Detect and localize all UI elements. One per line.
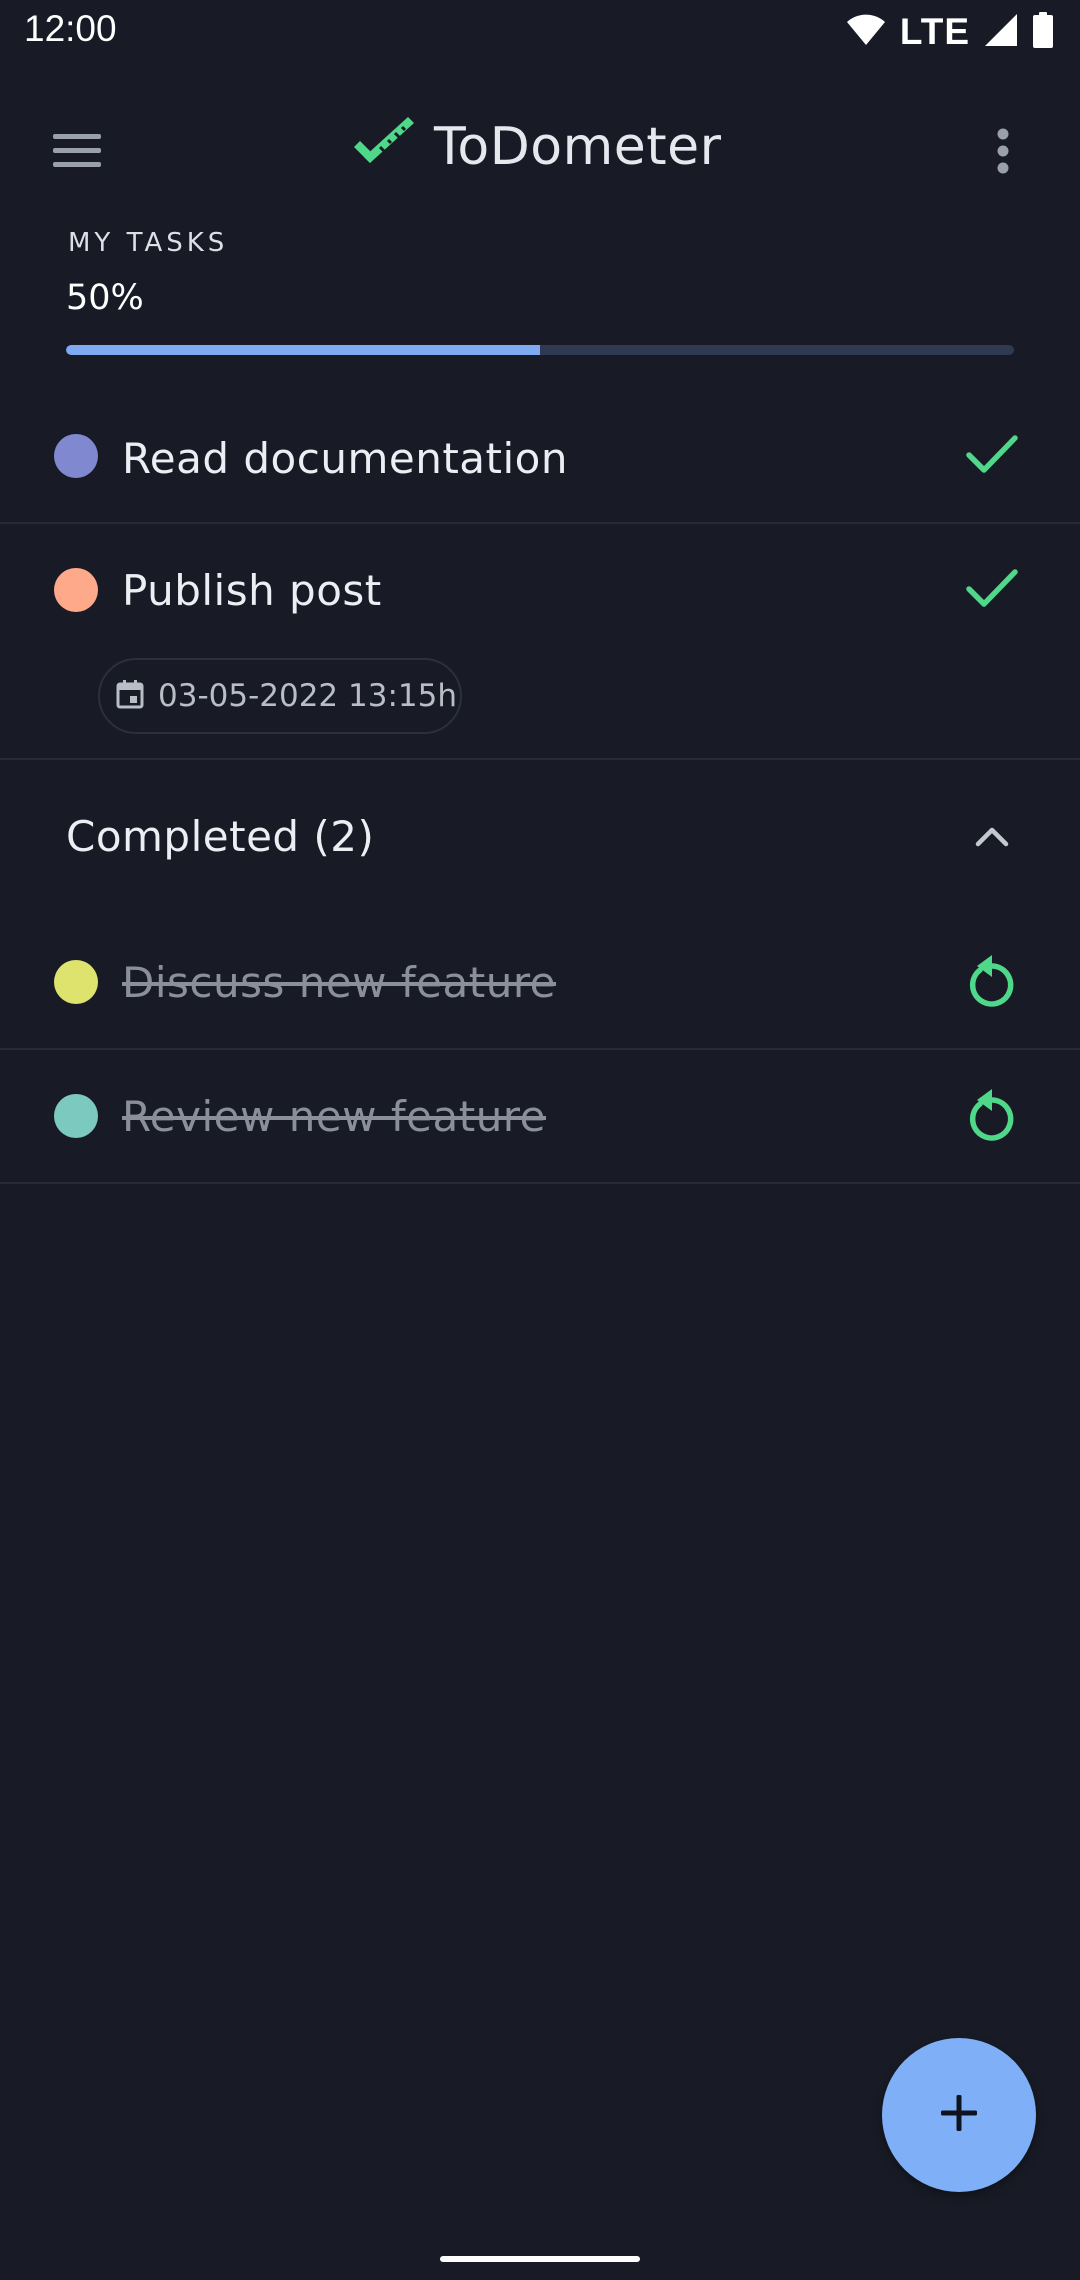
restore-icon [966, 952, 1018, 1012]
due-date-text: 03-05-2022 13:15h [158, 678, 457, 714]
more-options-button[interactable] [968, 118, 1038, 188]
task-color-dot [54, 568, 98, 612]
collapse-completed-button[interactable] [956, 802, 1028, 874]
ruler-check-icon [350, 117, 420, 177]
due-date-chip[interactable]: 03-05-2022 13:15h [98, 658, 462, 734]
add-task-button[interactable] [882, 2038, 1036, 2192]
app-title: ToDometer [434, 117, 722, 177]
network-type: LTE [899, 11, 970, 52]
calendar-icon [116, 679, 144, 713]
task-color-dot [54, 960, 98, 1004]
restore-icon [966, 1086, 1018, 1146]
task-row[interactable]: Read documentation [0, 394, 1080, 524]
task-row[interactable]: Publish post 03-05-2022 13:15h [0, 524, 1080, 760]
progress-bar [66, 345, 1014, 355]
restore-task-button[interactable] [956, 1080, 1028, 1152]
wifi-icon [846, 14, 886, 50]
status-time: 12:00 [24, 8, 117, 49]
progress-percent: 50% [66, 278, 144, 318]
completed-task-row[interactable]: Discuss new feature [0, 918, 1080, 1050]
completed-task-row[interactable]: Review new feature [0, 1050, 1080, 1184]
status-bar: 12:00 LTE [0, 0, 1080, 64]
plus-icon [939, 2093, 979, 2137]
app-screen: 12:00 LTE ToDometer MY TASKS 50% Read do… [0, 0, 1080, 2280]
check-icon [966, 568, 1018, 612]
progress-header: MY TASKS [68, 228, 229, 258]
complete-task-button[interactable] [956, 420, 1028, 492]
task-title: Review new feature [122, 1092, 546, 1141]
task-color-dot [54, 1094, 98, 1138]
hamburger-menu-icon [51, 131, 103, 175]
complete-task-button[interactable] [956, 554, 1028, 626]
task-title: Publish post [122, 566, 382, 615]
completed-title: Completed (2) [66, 812, 375, 861]
task-title: Read documentation [122, 434, 568, 483]
signal-icon [984, 13, 1018, 51]
status-icons: LTE [846, 10, 1054, 54]
check-icon [966, 434, 1018, 478]
chevron-up-icon [975, 825, 1009, 851]
task-title: Discuss new feature [122, 958, 557, 1007]
restore-task-button[interactable] [956, 946, 1028, 1018]
app-title-group: ToDometer [350, 112, 722, 182]
app-bar: ToDometer [0, 100, 1080, 200]
progress-bar-fill [66, 345, 540, 355]
menu-button[interactable] [42, 118, 112, 188]
battery-icon [1032, 12, 1054, 52]
gesture-navigation-bar[interactable] [440, 2256, 640, 2262]
more-vert-icon [996, 128, 1010, 178]
task-color-dot [54, 434, 98, 478]
completed-section-header[interactable]: Completed (2) [0, 780, 1080, 900]
